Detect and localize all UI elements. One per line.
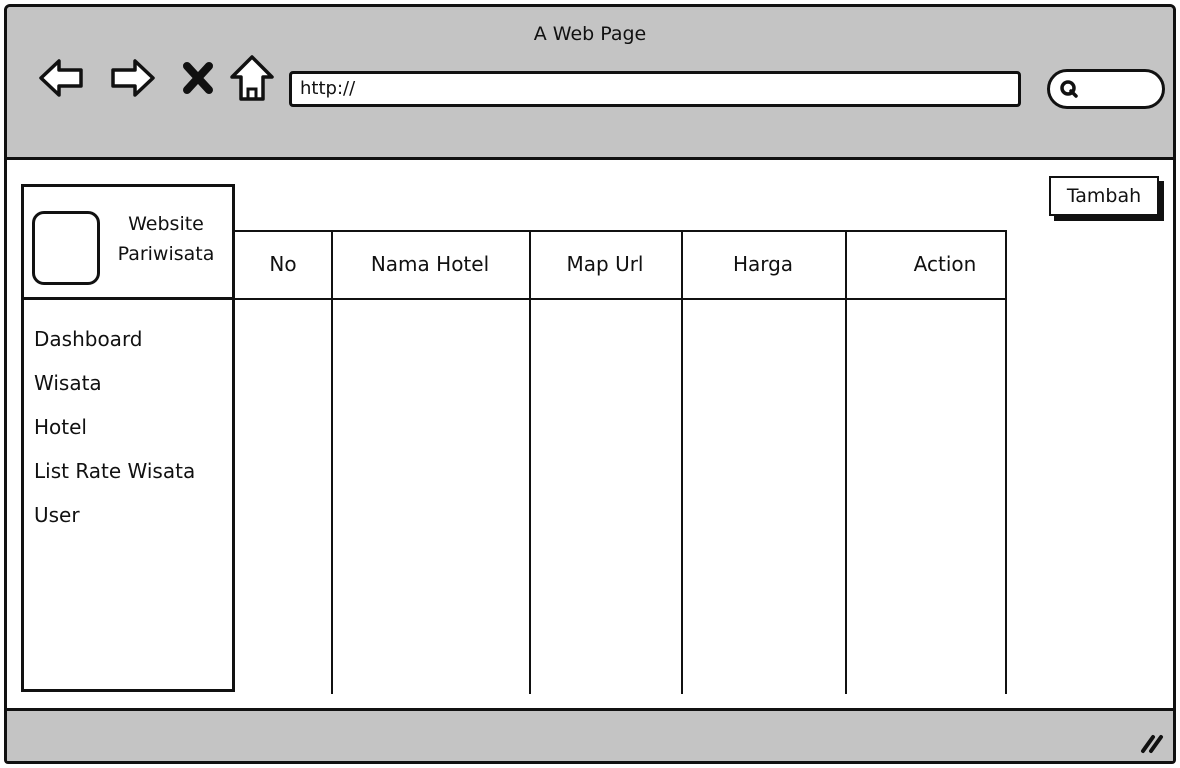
address-bar[interactable]: http:// <box>289 71 1021 107</box>
sidebar-menu: Dashboard Wisata Hotel List Rate Wisata … <box>34 317 195 537</box>
column-header-harga: Harga <box>732 252 794 276</box>
forward-icon[interactable] <box>107 53 157 103</box>
column-header-nama-hotel: Nama Hotel <box>370 252 490 276</box>
window-title: A Web Page <box>533 23 647 45</box>
hotel-table: No Nama Hotel Map Url Harga Action <box>235 230 1007 694</box>
column-header-no: No <box>269 252 297 276</box>
sidebar: Website Pariwisata Dashboard Wisata Hote… <box>21 184 235 692</box>
browser-toolbar: A Web Page http:// <box>7 7 1173 160</box>
sidebar-item-wisata[interactable]: Wisata <box>34 361 195 405</box>
brand-line-1: Website <box>128 213 204 235</box>
browser-statusbar <box>7 708 1173 761</box>
home-icon[interactable] <box>227 53 277 103</box>
column-divider <box>1005 230 1007 694</box>
table-header-border <box>235 298 1007 300</box>
table-top-border <box>235 230 1007 232</box>
sidebar-item-hotel[interactable]: Hotel <box>34 405 195 449</box>
resize-handle-icon[interactable] <box>1137 727 1165 755</box>
column-header-action: Action <box>913 252 977 276</box>
add-button[interactable]: Tambah <box>1049 176 1159 216</box>
search-field[interactable] <box>1047 69 1165 109</box>
sidebar-item-list-rate-wisata[interactable]: List Rate Wisata <box>34 449 195 493</box>
sidebar-item-dashboard[interactable]: Dashboard <box>34 317 195 361</box>
column-divider <box>529 230 531 694</box>
page-content: Website Pariwisata Dashboard Wisata Hote… <box>7 160 1173 711</box>
brand-name: Website Pariwisata <box>106 209 226 269</box>
column-header-map-url: Map Url <box>566 252 644 276</box>
browser-window: A Web Page http:// Website Pariwisata Da… <box>4 4 1176 764</box>
search-icon <box>1060 80 1078 98</box>
sidebar-item-user[interactable]: User <box>34 493 195 537</box>
back-icon[interactable] <box>37 53 87 103</box>
close-icon[interactable] <box>177 53 221 103</box>
column-divider <box>681 230 683 694</box>
brand-line-2: Pariwisata <box>117 243 215 265</box>
column-divider <box>845 230 847 694</box>
logo-placeholder <box>32 211 100 285</box>
sidebar-divider <box>24 297 232 300</box>
column-divider <box>331 230 333 694</box>
